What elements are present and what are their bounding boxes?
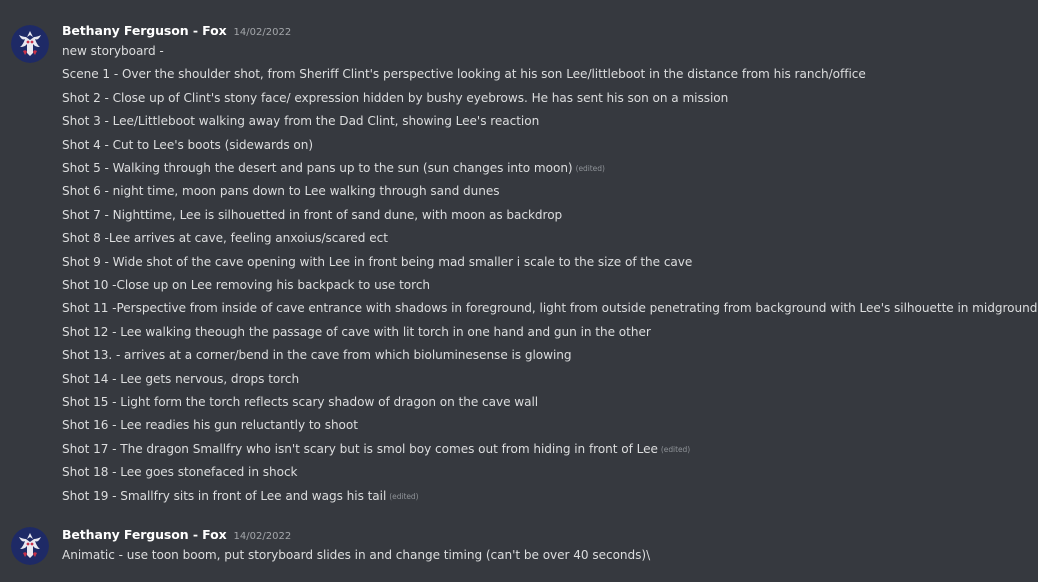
message-text: Shot 18 - Lee goes stonefaced in shock — [62, 465, 298, 480]
message-line: Shot 6 - night time, moon pans down to L… — [62, 181, 500, 201]
message-text: Shot 12 - Lee walking theough the passag… — [62, 324, 651, 339]
message-text: Shot 19 - Smallfry sits in front of Lee … — [62, 488, 387, 503]
message-text: Shot 8 -Lee arrives at cave, feeling anx… — [62, 231, 388, 246]
avatar[interactable] — [11, 25, 49, 63]
message-text: new storyboard - — [62, 44, 164, 58]
message-text: Shot 17 - The dragon Smallfry who isn't … — [62, 441, 658, 456]
message-text: Animatic - use toon boom, put storyboard… — [62, 548, 651, 562]
edited-tag: (edited) — [660, 444, 691, 454]
message-line: Shot 10 -Close up on Lee removing his ba… — [62, 275, 430, 295]
message-text: Scene 1 - Over the shoulder shot, from S… — [62, 67, 866, 82]
message-text: Shot 15 - Light form the torch reflects … — [62, 395, 539, 409]
message-line: Shot 9 - Wide shot of the cave opening w… — [62, 252, 692, 272]
message-text: Shot 4 - Cut to Lee's boots (sidewards o… — [62, 137, 314, 152]
message-line: Shot 17 - The dragon Smallfry who isn't … — [62, 439, 690, 459]
timestamp: 14/02/2022 — [233, 27, 292, 38]
message-line: Shot 19 - Smallfry sits in front of Lee … — [62, 486, 419, 506]
message-text: Shot 5 - Walking through the desert and … — [62, 161, 573, 175]
message-line: Scene 1 - Over the shoulder shot, from S… — [62, 64, 866, 84]
message-line: new storyboard - — [62, 41, 164, 61]
message-line: Shot 2 - Close up of Clint's stony face/… — [62, 88, 728, 108]
message-text: Shot 7 - Nighttime, Lee is silhouetted i… — [62, 207, 563, 222]
message-text: Shot 16 - Lee readies his gun reluctantl… — [62, 418, 358, 433]
message-text: Shot 11 -Perspective from inside of cave… — [62, 301, 1038, 316]
message-line: Shot 18 - Lee goes stonefaced in shock — [62, 462, 298, 482]
avatar[interactable] — [11, 527, 49, 565]
message-text: Shot 13. - arrives at a corner/bend in t… — [62, 348, 572, 363]
message-text: Shot 3 - Lee/Littleboot walking away fro… — [62, 114, 540, 129]
message-line: Shot 16 - Lee readies his gun reluctantl… — [62, 415, 358, 435]
message-line: Shot 3 - Lee/Littleboot walking away fro… — [62, 111, 539, 131]
message-line: Shot 4 - Cut to Lee's boots (sidewards o… — [62, 135, 313, 155]
username[interactable]: Bethany Ferguson - Fox — [62, 527, 227, 542]
edited-tag: (edited) — [389, 491, 419, 501]
message-line: Shot 5 - Walking through the desert and … — [62, 158, 605, 178]
edited-tag: (edited) — [575, 164, 605, 173]
message-text: Shot 9 - Wide shot of the cave opening w… — [62, 254, 693, 269]
message-text: Shot 6 - night time, moon pans down to L… — [62, 184, 500, 199]
message-line: Shot 15 - Light form the torch reflects … — [62, 392, 538, 412]
message-line: Shot 7 - Nighttime, Lee is silhouetted i… — [62, 205, 562, 225]
message-line: Shot 12 - Lee walking theough the passag… — [62, 322, 651, 342]
message-line: Shot 11 -Perspective from inside of cave… — [62, 298, 1037, 318]
message-header: Bethany Ferguson - Fox 14/02/2022 — [62, 23, 291, 43]
message-line: Shot 13. - arrives at a corner/bend in t… — [62, 345, 572, 365]
message-text: Shot 14 - Lee gets nervous, drops torch — [62, 371, 300, 386]
username[interactable]: Bethany Ferguson - Fox — [62, 23, 227, 38]
dragon-avatar-icon — [11, 527, 49, 565]
message-header: Bethany Ferguson - Fox 14/02/2022 — [62, 527, 291, 547]
message-line: Animatic - use toon boom, put storyboard… — [62, 545, 650, 565]
dragon-avatar-icon — [11, 25, 49, 63]
message-line: Shot 8 -Lee arrives at cave, feeling anx… — [62, 228, 388, 248]
message-text: Shot 10 -Close up on Lee removing his ba… — [62, 278, 431, 292]
message-line: Shot 14 - Lee gets nervous, drops torch — [62, 369, 299, 389]
timestamp: 14/02/2022 — [233, 531, 292, 542]
message-text: Shot 2 - Close up of Clint's stony face/… — [62, 90, 729, 105]
